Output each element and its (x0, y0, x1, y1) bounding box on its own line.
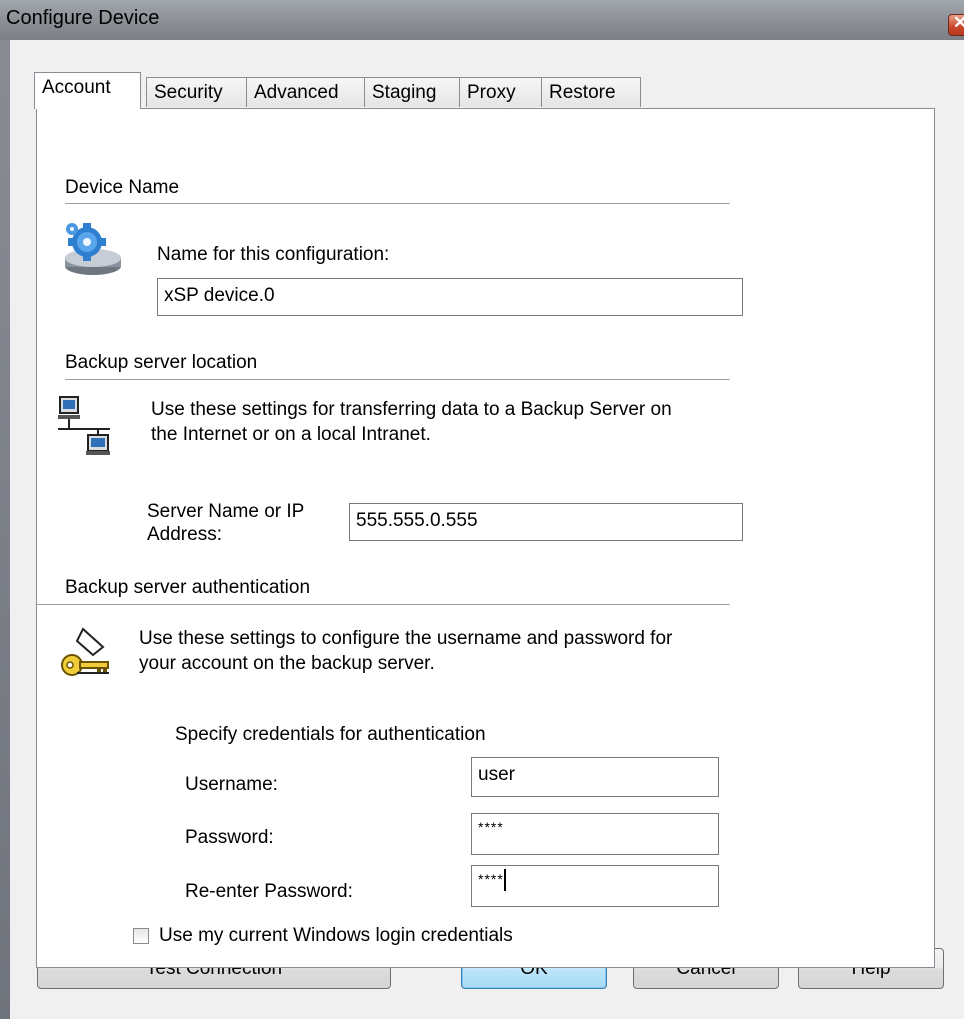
windows-login-checkbox[interactable] (133, 928, 149, 944)
divider (65, 203, 730, 204)
credentials-heading: Specify credentials for authentication (175, 724, 486, 745)
key-icon (61, 627, 109, 676)
tab-proxy[interactable]: Proxy (459, 77, 542, 107)
gear-drive-icon (65, 223, 121, 275)
authentication-heading: Backup server authentication (65, 577, 311, 598)
title-bar[interactable]: Configure Device ✕ (0, 0, 964, 40)
tab-advanced-label: Advanced (254, 82, 339, 103)
configure-device-dialog: Configure Device ✕ Account Security Adva… (0, 0, 964, 1019)
close-icon: ✕ (953, 13, 964, 32)
server-address-label-line1: Server Name or IP (147, 501, 305, 522)
tab-advanced[interactable]: Advanced (246, 77, 365, 107)
close-button[interactable]: ✕ (948, 13, 964, 36)
reenter-password-label: Re-enter Password: (185, 881, 353, 902)
username-input[interactable]: user (471, 757, 719, 797)
backup-location-heading: Backup server location (65, 352, 258, 373)
windows-login-label[interactable]: Use my current Windows login credentials (159, 924, 513, 948)
divider (37, 604, 730, 605)
tab-restore[interactable]: Restore (541, 77, 641, 107)
username-label: Username: (185, 774, 278, 795)
location-description-line2: the Internet or on a local Intranet. (151, 424, 431, 445)
text-caret (503, 869, 506, 891)
dialog-client-area: Account Security Advanced Staging Proxy … (10, 40, 964, 1019)
config-name-label: Name for this configuration: (157, 244, 390, 265)
tab-security[interactable]: Security (146, 77, 247, 107)
server-address-label-line2: Address: (147, 524, 222, 545)
tab-staging[interactable]: Staging (364, 77, 460, 107)
reenter-password-input[interactable]: **** (471, 865, 719, 907)
password-input[interactable]: **** (471, 813, 719, 855)
tab-account[interactable]: Account (34, 72, 141, 109)
tab-account-label: Account (42, 77, 111, 98)
auth-description-line2: your account on the backup server. (139, 653, 435, 674)
account-tab-panel: Device Name Name for this configuration:… (36, 108, 935, 968)
tab-proxy-label: Proxy (467, 82, 516, 103)
device-name-heading: Device Name (65, 177, 180, 198)
password-label: Password: (185, 827, 274, 848)
tab-security-label: Security (154, 82, 223, 103)
tab-staging-label: Staging (372, 82, 437, 103)
tab-restore-label: Restore (549, 82, 616, 103)
reenter-password-value: **** (478, 871, 504, 887)
location-description-line1: Use these settings for transferring data… (151, 399, 672, 420)
auth-description-line1: Use these settings to configure the user… (139, 628, 673, 649)
window-title: Configure Device (6, 7, 160, 29)
network-computers-icon (58, 396, 110, 455)
config-name-input[interactable]: xSP device.0 (157, 278, 743, 316)
divider (65, 379, 730, 380)
server-address-input[interactable]: 555.555.0.555 (349, 503, 743, 541)
